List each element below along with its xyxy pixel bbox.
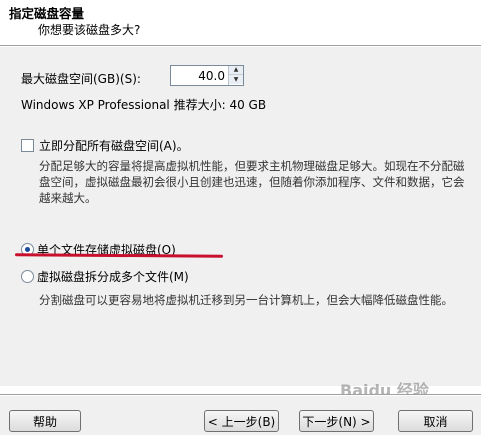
page-subtitle: 你想要该磁盘多大? [38, 23, 141, 37]
allocate-now-checkbox[interactable] [21, 139, 34, 152]
wizard-header: 指定磁盘容量 你想要该磁盘多大? [0, 0, 481, 44]
multi-file-radio[interactable] [21, 270, 34, 283]
max-disk-size-label: 最大磁盘空间(GB)(S): [21, 72, 141, 86]
disk-size-spinbox[interactable]: 40.0 ▲ ▼ [170, 65, 244, 86]
disk-size-value[interactable]: 40.0 [198, 69, 225, 83]
spin-buttons: ▲ ▼ [228, 66, 243, 85]
cancel-button[interactable]: 取消 [398, 410, 473, 432]
allocate-description: 分配足够大的容量将提高虚拟机性能，但要求主机物理磁盘足够大。如现在不分配磁盘空间… [39, 159, 465, 205]
help-button[interactable]: 帮助 [9, 410, 81, 432]
page-title: 指定磁盘容量 [9, 6, 85, 21]
multi-file-description: 分割磁盘可以更容易地将虚拟机迁移到另一台计算机上，但会大幅降低磁盘性能。 [39, 293, 453, 307]
back-button[interactable]: < 上一步(B) [204, 410, 279, 432]
next-button[interactable]: 下一步(N) > [299, 410, 374, 432]
multi-file-label[interactable]: 虚拟磁盘拆分成多个文件(M) [37, 268, 189, 285]
allocate-now-label[interactable]: 立即分配所有磁盘空间(A)。 [39, 137, 189, 154]
spin-down-icon[interactable]: ▼ [229, 75, 243, 84]
recommended-size-text: Windows XP Professional 推荐大小: 40 GB [21, 98, 267, 112]
spin-up-icon[interactable]: ▲ [229, 66, 243, 75]
